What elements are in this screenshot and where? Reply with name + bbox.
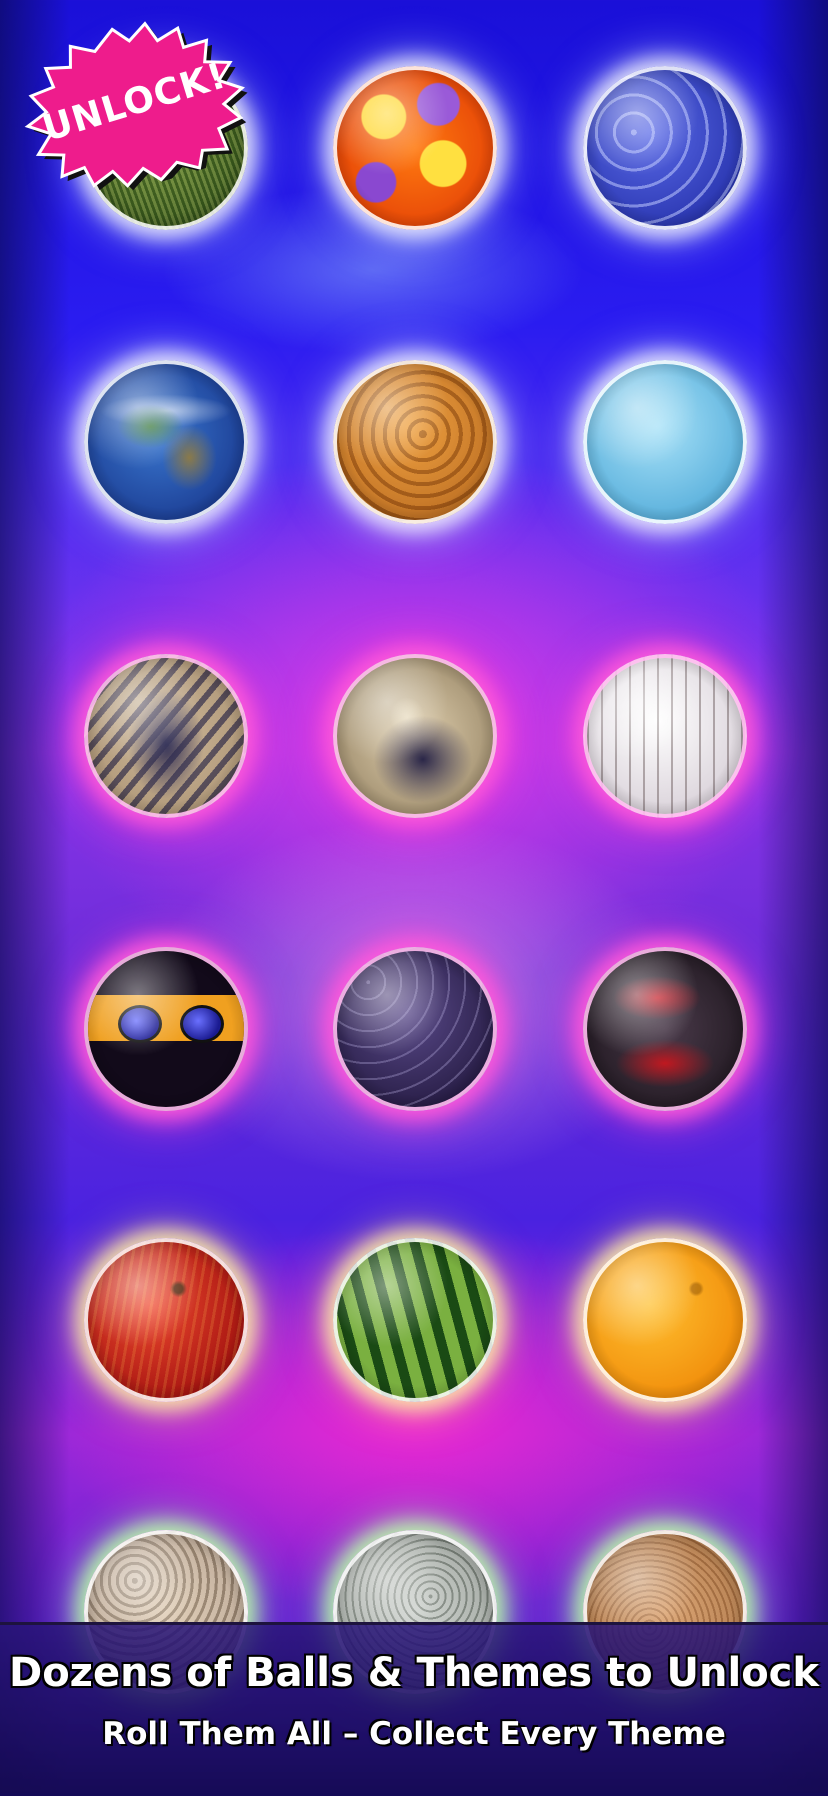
scales-ball[interactable] (333, 947, 497, 1111)
flower-ball[interactable] (333, 66, 497, 230)
banner-headline: Dozens of Balls & Themes to Unlock (9, 1650, 819, 1696)
orange-ball[interactable] (583, 1238, 747, 1402)
apple-ball[interactable] (84, 1238, 248, 1402)
ninja-ball[interactable] (84, 947, 248, 1111)
background-vignette-right (758, 0, 828, 1793)
banner-subline: Roll Them All – Collect Every Theme (102, 1716, 726, 1752)
kanji-ball[interactable] (583, 947, 747, 1111)
calligraphy-ball[interactable] (583, 654, 747, 818)
uranus-ball[interactable] (583, 360, 747, 524)
earth-ball[interactable] (84, 360, 248, 524)
watermelon-ball[interactable] (333, 1238, 497, 1402)
water-ball[interactable] (583, 66, 747, 230)
samurai-art-ball[interactable] (84, 654, 248, 818)
geisha-art-ball[interactable] (333, 654, 497, 818)
promo-banner (0, 1622, 828, 1796)
venus-ball[interactable] (333, 360, 497, 524)
background-vignette-left (0, 0, 70, 1793)
